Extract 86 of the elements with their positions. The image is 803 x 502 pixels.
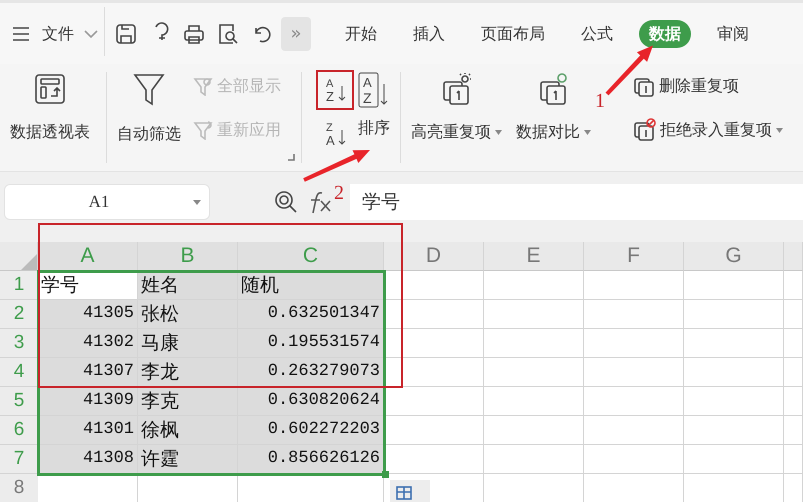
funnel-icon	[193, 76, 213, 96]
column-header[interactable]: A	[38, 242, 138, 271]
ribbon-button[interactable]: 数据透视表	[6, 68, 94, 148]
file-menu[interactable]: 文件	[32, 20, 84, 48]
table-cell: 41301	[38, 416, 138, 445]
table-cell	[784, 358, 803, 387]
callout-number: 2	[334, 181, 344, 206]
row-header[interactable]: 1	[0, 271, 38, 300]
column-header[interactable]: F	[584, 242, 684, 271]
table-cell	[784, 387, 803, 416]
menu-icon[interactable]	[12, 26, 30, 42]
table-cell: 许霆	[138, 445, 238, 474]
annotation-arrow	[303, 150, 370, 182]
caret-icon[interactable]	[584, 130, 591, 134]
ribbon-button[interactable]: 高亮重复项	[407, 68, 506, 148]
column-header[interactable]: B	[138, 242, 238, 271]
duplicate-sheets-icon	[538, 72, 570, 106]
callout-number: 1	[595, 89, 605, 114]
chevron-down-icon[interactable]	[84, 28, 98, 38]
row-header[interactable]: 4	[0, 358, 38, 387]
table-cell	[784, 329, 803, 358]
ribbon-tab[interactable]: 公式	[571, 20, 623, 48]
column-header[interactable]: D	[384, 242, 484, 271]
row-header[interactable]: 2	[0, 300, 38, 329]
table-cell: 徐枫	[138, 416, 238, 445]
table-cell: 0.630820624	[238, 387, 384, 416]
table-cell: 张松	[138, 300, 238, 329]
ribbon-tab[interactable]: 插入	[403, 20, 455, 48]
ribbon-button[interactable]: 删除重复项	[631, 72, 785, 100]
table-cell: 马康	[138, 329, 238, 358]
row-header[interactable]: 7	[0, 445, 38, 474]
table-cell: 随机	[238, 271, 384, 300]
table-cell: 41308	[38, 445, 138, 474]
cell-reference: A1	[88, 191, 110, 214]
ribbon-button[interactable]: 数据对比	[512, 68, 595, 148]
ribbon-tab[interactable]: 开始	[335, 20, 387, 48]
column-header[interactable]: E	[484, 242, 584, 271]
zoom-icon[interactable]	[274, 190, 298, 214]
table-cell	[784, 445, 803, 474]
table-cell	[784, 271, 803, 300]
funnel-icon	[193, 120, 213, 140]
clipboard-icon[interactable]	[396, 486, 412, 500]
table-cell: 0.632501347	[238, 300, 384, 329]
caret-icon[interactable]	[776, 128, 783, 132]
dialog-launcher-icon[interactable]	[287, 153, 295, 161]
funnel-icon	[132, 72, 166, 108]
name-box[interactable]: A1	[4, 184, 210, 220]
fill-handle[interactable]	[382, 471, 389, 478]
table-cell: 学号	[38, 271, 138, 300]
caret-icon[interactable]	[193, 200, 201, 204]
ribbon-button[interactable]: 拒绝录入重复项	[631, 116, 785, 144]
caret-icon[interactable]	[495, 130, 502, 134]
table-cell: 41309	[38, 387, 138, 416]
formula-field[interactable]: 学号	[350, 184, 803, 220]
table-cell: 0.195531574	[238, 329, 384, 358]
ribbon-tab[interactable]: 页面布局	[471, 20, 555, 48]
annotation-arrow	[606, 46, 653, 96]
ribbon-button[interactable]: 自动筛选	[113, 68, 185, 150]
paste-options-button[interactable]	[390, 480, 430, 502]
table-cell: 李龙	[138, 358, 238, 387]
row-header[interactable]: 6	[0, 416, 38, 445]
row-header[interactable]: 3	[0, 329, 38, 358]
table-cell: 41307	[38, 358, 138, 387]
table-cell: 0.856626126	[238, 445, 384, 474]
table-cell	[784, 300, 803, 329]
save-icon[interactable]	[114, 22, 138, 46]
table-cell: 李克	[138, 387, 238, 416]
row-header[interactable]: 5	[0, 387, 38, 416]
column-header[interactable]: G	[684, 242, 784, 271]
table-cell: 姓名	[138, 271, 238, 300]
pivot-table-icon	[33, 72, 67, 106]
ribbon-tab[interactable]: 数据	[639, 20, 691, 48]
table-cell: 41305	[38, 300, 138, 329]
table-cell	[784, 416, 803, 445]
sort-button[interactable]: A Z 排序	[354, 68, 394, 144]
reject-duplicate-icon	[633, 118, 656, 142]
table-cell: 0.263279073	[238, 358, 384, 387]
table-cell: 0.602272203	[238, 416, 384, 445]
ribbon-tab[interactable]: 审阅	[707, 20, 759, 48]
row-header[interactable]: 8	[0, 474, 38, 502]
print-preview-icon[interactable]	[216, 22, 240, 46]
duplicate-sheets-icon	[440, 72, 472, 106]
more-button[interactable]: »	[281, 16, 311, 50]
annotation-box	[316, 70, 354, 110]
table-cell: 41302	[38, 329, 138, 358]
column-header[interactable]: C	[238, 242, 384, 271]
